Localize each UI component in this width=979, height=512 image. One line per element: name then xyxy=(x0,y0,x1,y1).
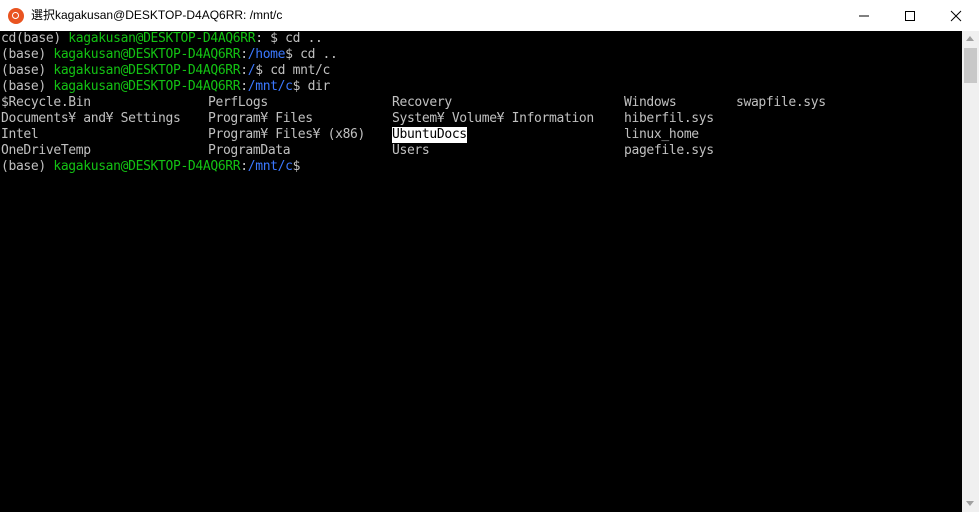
dir-entry: Recovery xyxy=(392,95,452,110)
maximize-button[interactable] xyxy=(887,0,933,31)
dir-entry: pagefile.sys xyxy=(624,143,714,158)
window-title: 選択kagakusan@DESKTOP-D4AQ6RR: /mnt/c xyxy=(31,8,283,22)
dir-entry: System¥ Volume¥ Information xyxy=(392,111,594,126)
prompt-command: $ dir xyxy=(292,79,331,94)
prompt-user: kagakusan@DESKTOP-D4AQ6RR xyxy=(68,31,256,46)
prompt-colon: : xyxy=(240,63,248,78)
ubuntu-icon[interactable] xyxy=(8,8,24,24)
dir-entry: swapfile.sys xyxy=(736,95,826,110)
scroll-down-icon[interactable] xyxy=(966,501,974,506)
prompt-user: kagakusan@DESKTOP-D4AQ6RR xyxy=(53,159,241,174)
terminal-area[interactable]: cd(base) kagakusan@DESKTOP-D4AQ6RR: $ cd… xyxy=(0,31,962,512)
dir-entry: ProgramData xyxy=(208,143,291,158)
prompt-colon: : xyxy=(240,47,248,62)
dir-entry: Program¥ Files¥ (x86) xyxy=(208,127,366,142)
scroll-thumb[interactable] xyxy=(964,48,977,83)
dir-entry: Program¥ Files xyxy=(208,111,313,126)
terminal-line: (base) kagakusan@DESKTOP-D4AQ6RR:/$ cd m… xyxy=(1,63,330,79)
prompt-prefix: cd(base) xyxy=(1,31,69,46)
dir-entry: $Recycle.Bin xyxy=(1,95,91,110)
prompt-command: $ xyxy=(292,159,301,174)
prompt-user: kagakusan@DESKTOP-D4AQ6RR xyxy=(53,63,241,78)
dir-entry: OneDriveTemp xyxy=(1,143,91,158)
prompt-prefix: (base) xyxy=(1,79,54,94)
prompt-command: $ cd .. xyxy=(285,47,338,62)
prompt-prefix: (base) xyxy=(1,159,54,174)
prompt-user: kagakusan@DESKTOP-D4AQ6RR xyxy=(53,79,241,94)
dir-entry: PerfLogs xyxy=(208,95,268,110)
minimize-button[interactable] xyxy=(841,0,887,31)
title-bar[interactable]: 選択kagakusan@DESKTOP-D4AQ6RR: /mnt/c xyxy=(0,0,979,31)
terminal-line: (base) kagakusan@DESKTOP-D4AQ6RR:/mnt/c$… xyxy=(1,79,330,95)
prompt-path: /home xyxy=(247,47,286,62)
minimize-icon xyxy=(859,15,869,17)
prompt-colon: : xyxy=(255,31,263,46)
prompt-prefix: (base) xyxy=(1,47,54,62)
vertical-scrollbar[interactable] xyxy=(962,31,979,512)
prompt-command: $ cd .. xyxy=(262,31,323,46)
terminal-current-prompt[interactable]: (base) kagakusan@DESKTOP-D4AQ6RR:/mnt/c$ xyxy=(1,159,300,175)
scroll-up-icon[interactable] xyxy=(966,36,974,41)
close-icon xyxy=(950,10,962,22)
dir-entry: Windows xyxy=(624,95,677,110)
dir-entry: Documents¥ and¥ Settings xyxy=(1,111,181,126)
terminal-line: (base) kagakusan@DESKTOP-D4AQ6RR:/home$ … xyxy=(1,47,338,63)
terminal-line: cd(base) kagakusan@DESKTOP-D4AQ6RR: $ cd… xyxy=(1,31,323,47)
dir-entry: Users xyxy=(392,143,430,158)
prompt-command: $ cd mnt/c xyxy=(255,63,331,78)
close-button[interactable] xyxy=(933,0,979,31)
dir-entry: Intel xyxy=(1,127,39,142)
prompt-path: /mnt/c xyxy=(247,79,293,94)
dir-entry: hiberfil.sys xyxy=(624,111,714,126)
dir-entry: linux_home xyxy=(624,127,699,142)
prompt-prefix: (base) xyxy=(1,63,54,78)
dir-entry-selected[interactable]: UbuntuDocs xyxy=(392,127,467,143)
prompt-user: kagakusan@DESKTOP-D4AQ6RR xyxy=(53,47,241,62)
prompt-path: /mnt/c xyxy=(247,159,293,174)
prompt-colon: : xyxy=(240,159,248,174)
maximize-icon xyxy=(905,11,915,21)
prompt-colon: : xyxy=(240,79,248,94)
